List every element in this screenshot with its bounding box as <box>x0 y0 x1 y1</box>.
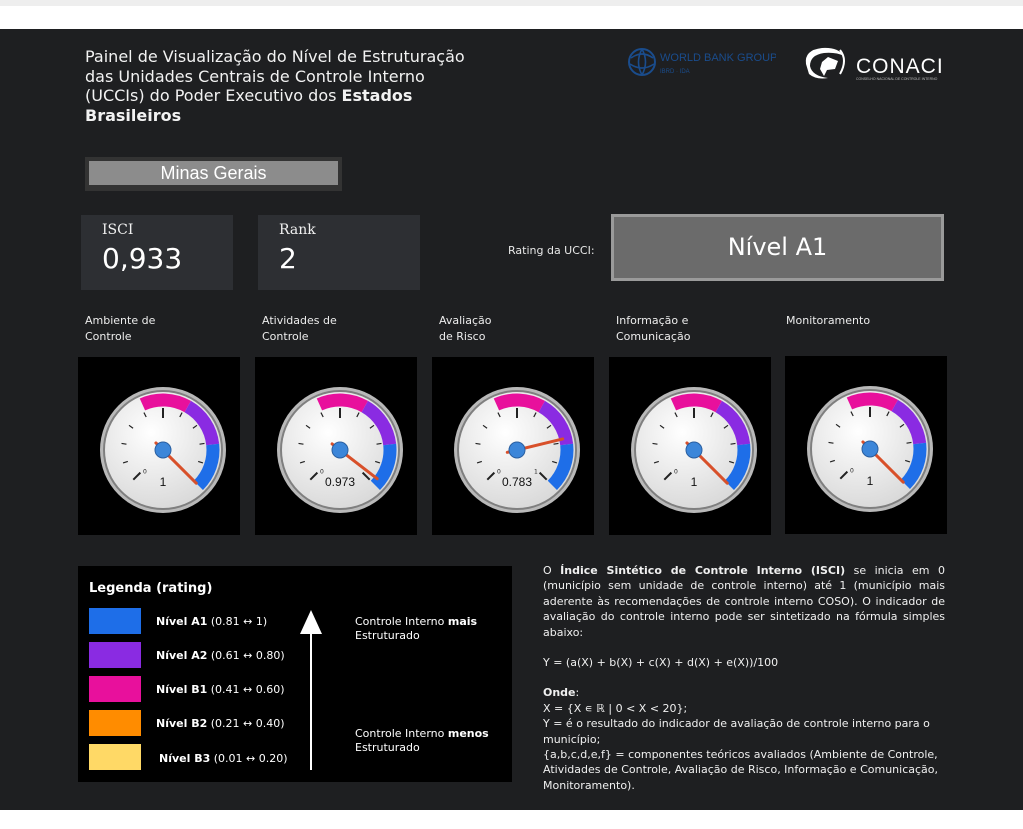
gauge-tick <box>475 442 481 445</box>
logo2-sub: CONSELHO NACIONAL DE CONTROLE INTERNO <box>856 77 938 81</box>
up-arrow-icon <box>300 610 322 770</box>
legend-item-a1: Nível A1 (0.81 ↔ 1) <box>156 615 268 628</box>
gauge-one-label: 1 <box>534 468 538 475</box>
logo1-text: WORLD BANK GROUP <box>660 52 776 64</box>
gauge-label-monitoramento: Monitoramento <box>786 314 871 327</box>
rank-card: Rank 2 <box>258 215 420 290</box>
world-bank-logo: WORLD BANK GROUP IBRD · IDA <box>626 46 777 80</box>
gauge-zero-label: 0 <box>674 468 678 475</box>
legend-item-b2: Nível B2 (0.21 ↔ 0.40) <box>156 717 285 730</box>
gauge-band <box>139 393 191 413</box>
gauge-value-label: 1 <box>691 475 698 489</box>
rank-label: Rank <box>279 222 316 238</box>
logo2-text: CONACI <box>856 55 944 78</box>
gauge-zero-label: 0 <box>320 468 324 475</box>
gauge-atividades: 0 0.973 <box>255 357 417 535</box>
isci-value: 0,933 <box>102 242 183 275</box>
gauge-monitoramento: 01 <box>785 356 947 534</box>
gauge-tick <box>828 441 834 444</box>
title-line: Painel de Visualização do Nível de Estru… <box>85 47 465 66</box>
gauge-tick <box>730 442 736 445</box>
gauge-tick <box>298 442 304 445</box>
gauge-label-ambiente: Ambiente de Controle <box>85 314 156 343</box>
swatch-b2 <box>89 710 141 736</box>
desc-formula: Y = (a(X) + b(X) + c(X) + d(X) + e(X))/1… <box>543 656 779 670</box>
gauge-tick <box>906 441 912 444</box>
gauge-ambiente: 01 <box>78 357 240 535</box>
gauge-tick <box>652 442 658 445</box>
desc-line: X = {X ∊ ℝ | 0 < X < 20}; <box>543 701 688 715</box>
title-line: Brasileiros <box>85 105 182 125</box>
gauge-band <box>846 392 898 412</box>
gauge-band <box>316 393 368 413</box>
gauge-zero-label: 0 <box>850 467 854 474</box>
rating-label: Rating da UCCI: <box>508 244 595 257</box>
gauge-tick <box>121 442 127 445</box>
desc-onde: Onde: <box>543 686 580 700</box>
desc-line: Y = é o resultado do indicador de avalia… <box>543 717 930 746</box>
gauge-band <box>493 393 545 413</box>
arrow-label-menos: Controle Interno menos Estruturado <box>355 727 489 754</box>
gauge-zero-label: 0 <box>497 468 501 475</box>
rating-box: Nível A1 <box>611 214 944 281</box>
legend-item-a2: Nível A2 (0.61 ↔ 0.80) <box>156 649 285 662</box>
gauge-hub <box>685 441 703 459</box>
gauge-hub <box>331 441 349 459</box>
gauge-value-label: 1 <box>160 475 167 489</box>
gauge-label-informacao: Informação e Comunicação <box>616 314 691 343</box>
legend-panel: Legenda (rating) Nível A1 (0.81 ↔ 1) Nív… <box>78 566 512 782</box>
top-strip <box>0 0 1023 6</box>
rank-value: 2 <box>279 242 297 275</box>
legend-item-b1: Nível B1 (0.41 ↔ 0.60) <box>156 683 285 696</box>
gauge-label-atividades: Atividades de Controle <box>262 314 337 343</box>
rating-value: Nível A1 <box>614 217 941 278</box>
isci-label: ISCI <box>102 222 134 238</box>
desc-line: {a,b,c,d,e,f} = componentes teóricos ava… <box>543 748 938 792</box>
title-line: das Unidades Centrais de Controle Intern… <box>85 66 425 86</box>
title-line: (UCCIs) do Poder Executivo dos Estados <box>85 86 413 105</box>
swatch-b1 <box>89 676 141 702</box>
conaci-logo: CONACI CONSELHO NACIONAL DE CONTROLE INT… <box>800 42 950 88</box>
desc-intro: O Índice Sintético de Controle Interno (… <box>543 564 945 639</box>
gauge-zero-label: 0 <box>143 468 147 475</box>
gauge-tick <box>376 442 382 445</box>
gauge-avaliacao: 0 1 0.783 <box>432 357 594 535</box>
isci-card: ISCI 0,933 <box>81 215 233 290</box>
gauge-band <box>670 393 722 413</box>
swatch-b3 <box>89 744 141 770</box>
gauge-hub <box>508 441 526 459</box>
legend-title: Legenda (rating) <box>89 581 213 596</box>
gauge-tick <box>553 442 559 445</box>
gauge-value-label: 0.973 <box>325 475 355 489</box>
gauge-hub <box>154 441 172 459</box>
legend-item-b3: Nível B3 (0.01 ↔ 0.20) <box>159 752 288 765</box>
state-selector-value[interactable]: Minas Gerais <box>89 161 338 185</box>
page-title: Painel de Visualização do Nível de Estru… <box>85 47 485 125</box>
gauge-label-avaliacao: Avaliação de Risco <box>439 314 492 343</box>
gauge-hub <box>861 440 879 458</box>
gauge-value-label: 1 <box>867 474 874 488</box>
gauge-tick <box>199 442 205 445</box>
gauge-value-label: 0.783 <box>502 475 532 489</box>
gauge-informacao: 01 <box>609 357 771 535</box>
isci-description: O Índice Sintético de Controle Interno (… <box>543 563 945 793</box>
state-selector[interactable]: Minas Gerais <box>85 157 342 191</box>
swatch-a1 <box>89 608 141 634</box>
logo1-sub: IBRD · IDA <box>660 69 690 75</box>
swatch-a2 <box>89 642 141 668</box>
arrow-label-mais: Controle Interno mais Estruturado <box>355 615 478 642</box>
